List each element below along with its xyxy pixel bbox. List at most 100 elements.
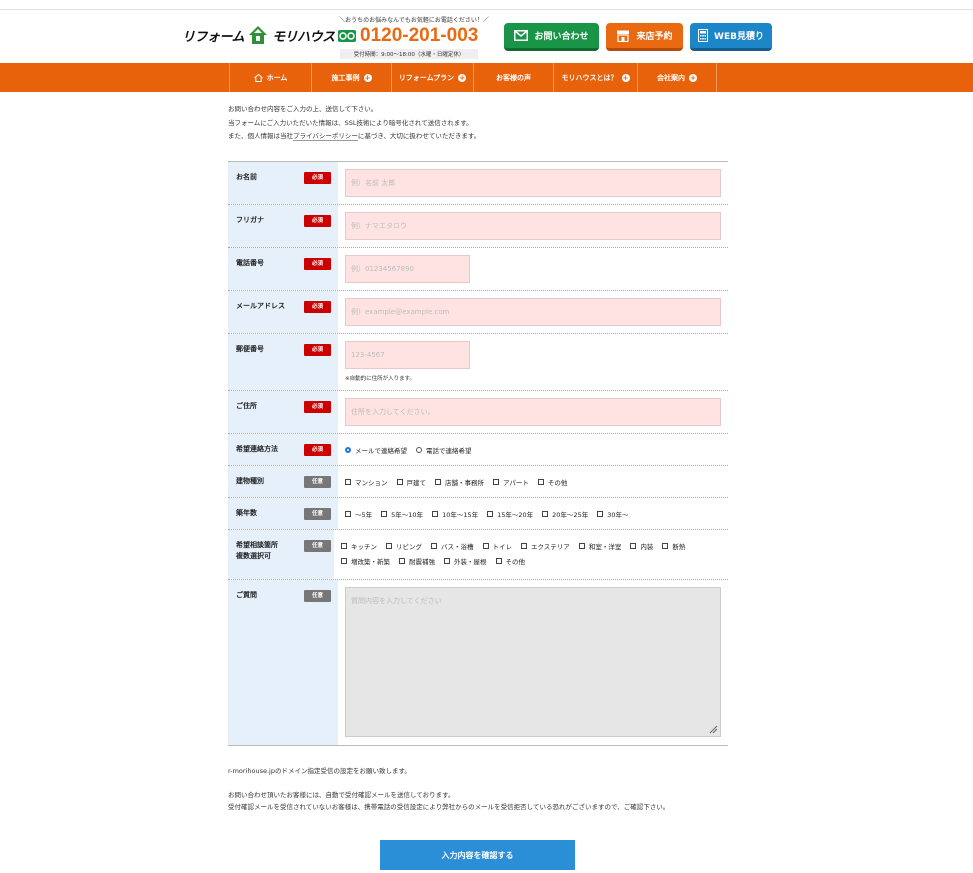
checkbox-option[interactable]: アパート (493, 477, 529, 487)
address-input[interactable]: 住所を入力してください。 (345, 398, 721, 426)
checkbox-option[interactable]: バス・浴槽 (431, 541, 474, 551)
checkbox-icon (399, 558, 405, 564)
required-badge: 必須 (304, 301, 331, 313)
web-button-label: WEB見積り (714, 32, 764, 42)
contact-button[interactable]: お問い合わせ (504, 23, 599, 51)
nav-label-voices: お客様の声 (496, 73, 531, 82)
checkbox-option[interactable]: 10年〜15年 (432, 509, 478, 519)
note-spam-filter: 受付確認メールを受信されていないお客様は、携帯電話の受信設定により弊社からのメー… (228, 803, 670, 811)
visit-reservation-button[interactable]: 来店予約 (606, 23, 683, 51)
checkbox-option[interactable]: 増改築・新築 (341, 556, 390, 566)
field-label-text: 築年数 (236, 509, 257, 517)
checkbox-option[interactable]: 〜5年 (345, 509, 372, 519)
checkbox-label: キッチン (351, 543, 377, 551)
checkbox-option[interactable]: キッチン (341, 541, 377, 551)
checkbox-option[interactable]: 和室・洋室 (578, 541, 621, 551)
checkbox-icon (487, 511, 494, 517)
nav-item-about[interactable]: モリハウスとは？ + (553, 63, 637, 92)
question-textarea[interactable]: 質問内容を入力してください (345, 587, 721, 737)
checkbox-label: トイレ (492, 543, 513, 551)
checkbox-icon (341, 558, 347, 564)
checkbox-icon (537, 479, 544, 485)
field-label-text: 電話番号 (236, 259, 264, 267)
checkbox-option[interactable]: その他 (537, 477, 568, 487)
checkbox-label: その他 (547, 479, 568, 487)
checkbox-option[interactable]: リビング (386, 541, 422, 551)
checkbox-icon (542, 511, 549, 517)
checkbox-option[interactable]: 耐震補強 (399, 556, 435, 566)
checkbox-option[interactable]: その他 (495, 556, 525, 566)
field-label-text: フリガナ (236, 216, 264, 224)
checkbox-option[interactable]: 内装 (630, 541, 653, 551)
checkbox-option[interactable]: 15年〜20年 (487, 509, 533, 519)
checkbox-option[interactable]: トイレ (482, 541, 513, 551)
checkbox-option[interactable]: 店舗・事務所 (435, 477, 484, 487)
form-row-building: 建物種別 任意 マンション 戸建て 店舗・事務所 アパート その他 (228, 466, 728, 498)
checkbox-icon (662, 543, 669, 549)
nav-label-home: ホーム (266, 73, 288, 82)
kana-input[interactable]: 例）ナマエタロウ (345, 212, 721, 240)
web-estimate-button[interactable]: WEB見積り (690, 23, 772, 51)
nav-label-plans: リフォームプラン (398, 73, 455, 82)
checkbox-option[interactable]: 5年〜10年 (381, 509, 423, 519)
field-label-email: メールアドレス 必須 (228, 291, 338, 333)
checkbox-icon (431, 543, 437, 549)
checkbox-label: 〜5年 (355, 511, 373, 519)
expand-plus-icon: + (458, 73, 467, 82)
resize-grip-icon[interactable] (708, 724, 718, 734)
logo-text-right: モリハウス (272, 29, 335, 45)
checkbox-label: 増改築・新築 (351, 558, 390, 566)
checkbox-option[interactable]: マンション (345, 477, 388, 487)
zip-note: ※自動的に住所が入ります。 (345, 376, 416, 382)
field-label-contact-method: 希望連絡方法 必須 (228, 434, 338, 465)
contact-form: お名前 必須 例）名前 太郎 フリガナ 必須 例）ナマエタロウ 電話番号 必須 … (228, 161, 728, 746)
radio-option[interactable]: 電話で連絡希望 (416, 445, 472, 455)
zip-input[interactable]: 123-4567 (345, 341, 470, 369)
form-row-zip: 郵便番号 必須 123-4567 ※自動的に住所が入ります。 (228, 334, 728, 391)
form-row-contact-method: 希望連絡方法 必須 メールで連絡希望 電話で連絡希望 (228, 434, 728, 466)
field-label-name: お名前 必須 (228, 162, 338, 204)
checkbox-option[interactable]: 20年〜25年 (542, 509, 588, 519)
checkbox-option[interactable]: 外装・屋根 (444, 556, 487, 566)
checkbox-icon (381, 511, 388, 517)
name-input[interactable]: 例）名前 太郎 (345, 169, 721, 197)
checkbox-icon (444, 558, 450, 564)
radio-option[interactable]: メールで連絡希望 (345, 445, 407, 455)
confirm-button[interactable]: 入力内容を確認する (380, 840, 575, 870)
question-placeholder: 質問内容を入力してください (351, 597, 442, 605)
field-label-text: 郵便番号 (236, 345, 264, 353)
required-badge: 必須 (304, 444, 331, 456)
calculator-icon (698, 29, 709, 42)
checkbox-option[interactable]: 戸建て (396, 477, 426, 487)
tel-number[interactable]: 0120-201-003 (360, 25, 478, 47)
required-badge: 必須 (304, 172, 331, 184)
privacy-policy-link[interactable]: プライバシーポリシー (293, 132, 358, 141)
site-logo[interactable]: リフォーム モリハウス (182, 24, 335, 46)
nav-item-company[interactable]: 会社案内 + (637, 63, 717, 92)
email-input[interactable]: 例）example@example.com (345, 298, 721, 326)
intro-line-3: また、個人情報は当社プライバシーポリシーに基づき、大切に扱わせていただきます。 (228, 130, 480, 144)
optional-badge: 任意 (304, 540, 331, 552)
checkbox-option[interactable]: エクステリア (521, 541, 570, 551)
required-badge: 必須 (304, 258, 331, 270)
field-label-tel: 電話番号 必須 (228, 248, 338, 290)
required-badge: 必須 (304, 344, 331, 356)
tel-hours: 受付時間：9:00〜18:00（水曜・日曜定休） (340, 49, 478, 59)
nav-item-works[interactable]: 施工事例 + (311, 63, 391, 92)
form-row-address: ご住所 必須 住所を入力してください。 (228, 391, 728, 434)
checkbox-option[interactable]: 断熱 (662, 541, 685, 551)
field-label-zip: 郵便番号 必須 (228, 334, 338, 390)
intro-text: お問い合わせ内容をご入力の上、送信して下さい。 当フォームにご入力いただいた情報… (228, 103, 480, 144)
checkbox-label: 20年〜25年 (552, 511, 589, 519)
radio-option-label: 電話で連絡希望 (426, 447, 472, 455)
checkbox-option[interactable]: 30年〜 (597, 509, 628, 519)
field-label-text: メールアドレス (236, 302, 285, 310)
checkbox-icon (630, 543, 637, 549)
tel-catchphrase: ＼おうちのお悩みなんでもお気軽にお電話ください！／ (339, 17, 489, 24)
contact-button-label: お問い合わせ (534, 32, 589, 42)
checkbox-label: 5年〜10年 (391, 511, 424, 519)
tel-input[interactable]: 例）01234567890 (345, 255, 470, 283)
nav-item-home[interactable]: ホーム (229, 63, 311, 92)
nav-item-plans[interactable]: リフォームプラン + (391, 63, 473, 92)
nav-item-voices[interactable]: お客様の声 (473, 63, 553, 92)
